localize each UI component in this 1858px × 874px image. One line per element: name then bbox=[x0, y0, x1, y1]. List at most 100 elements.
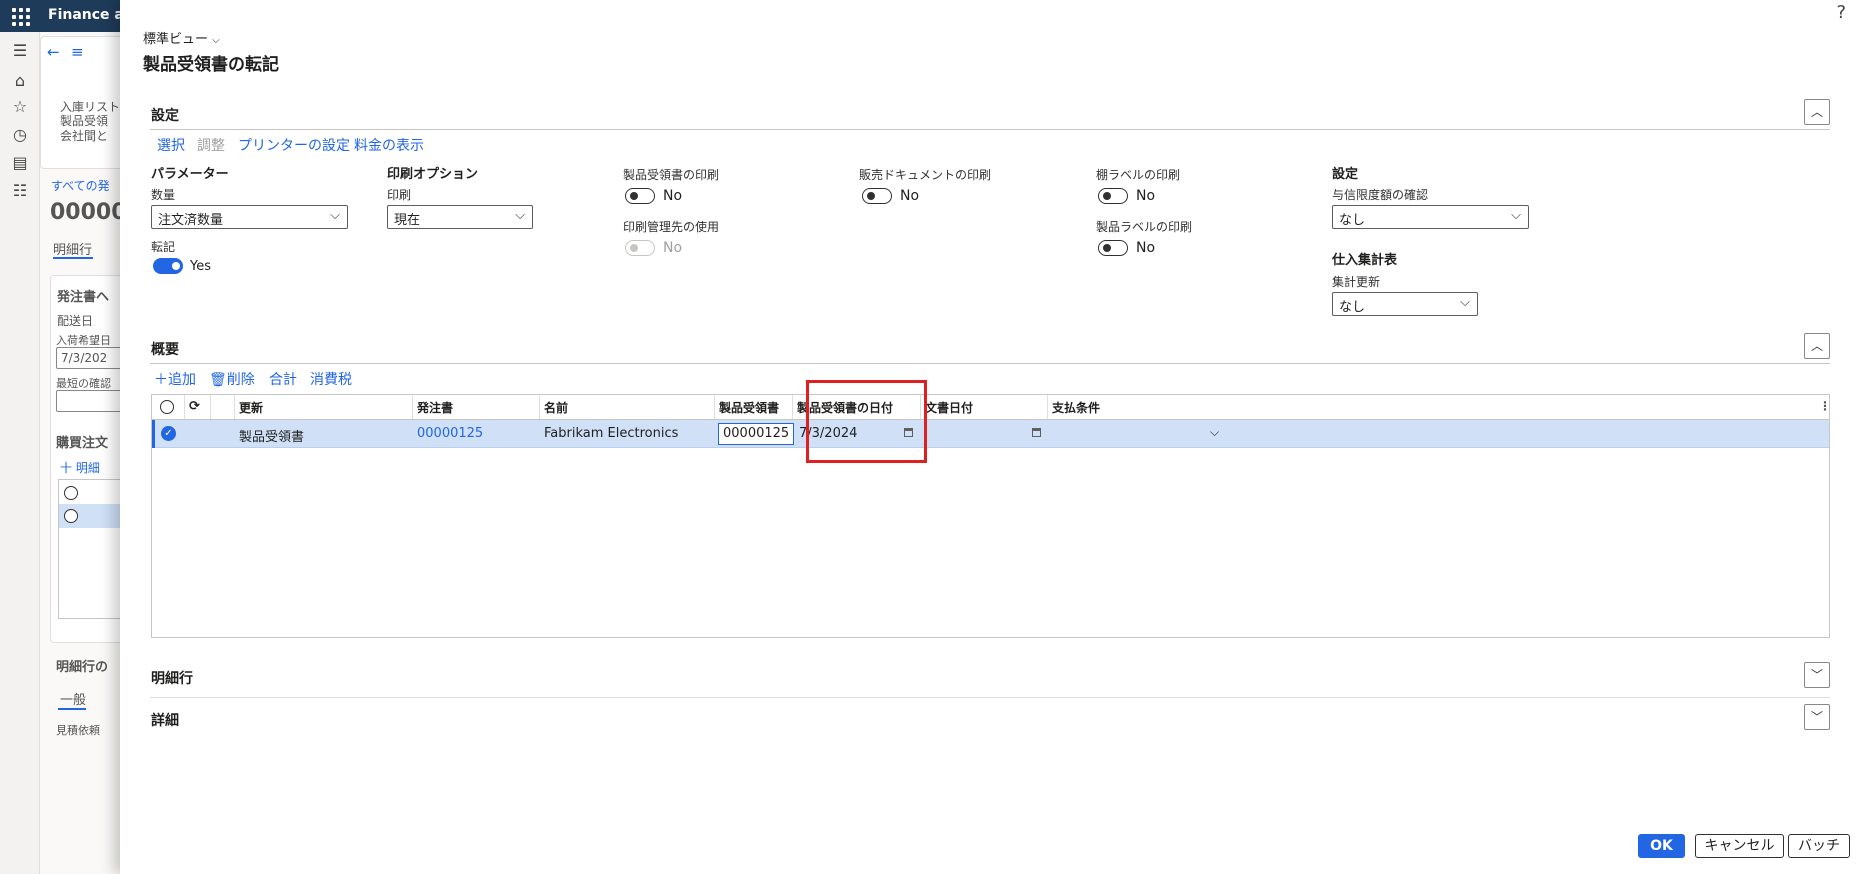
expand-lines-button[interactable]: ﹀ bbox=[1804, 662, 1830, 688]
refresh-header[interactable]: ⟳ bbox=[185, 395, 211, 419]
lines-divider bbox=[150, 697, 1830, 698]
view-selector-label: 標準ビュー bbox=[143, 32, 209, 47]
help-icon[interactable]: ? bbox=[1836, 2, 1846, 23]
bg-grid-row[interactable] bbox=[59, 504, 120, 528]
chevron-down-icon: ﹀ bbox=[1810, 668, 1823, 682]
bg-po-header: 発注書ヘ bbox=[57, 290, 110, 305]
overview-section-title[interactable]: 概要 bbox=[151, 339, 179, 359]
back-arrow-icon[interactable]: ← bbox=[47, 43, 60, 61]
collapse-overview-button[interactable]: ︿ bbox=[1804, 333, 1830, 359]
adjust-action: 調整 bbox=[197, 138, 225, 154]
action-menu-icon[interactable]: ≡ bbox=[71, 43, 84, 61]
table-row[interactable]: ✓ 製品受領書 00000125 Fabrikam Electronics 00… bbox=[152, 420, 1829, 448]
print-shelf-label-value: No bbox=[1136, 188, 1156, 204]
show-charges-action[interactable]: 料金の表示 bbox=[354, 135, 424, 155]
column-header-update[interactable]: 更新 bbox=[235, 395, 413, 419]
settings-divider bbox=[150, 129, 1830, 130]
post-label: 転記 bbox=[151, 240, 176, 254]
summary-update-label: 集計更新 bbox=[1332, 275, 1381, 289]
recent-clock-icon[interactable]: ◷ bbox=[9, 124, 31, 146]
cell-payment-terms[interactable] bbox=[1048, 420, 1228, 448]
column-header-payment-terms[interactable]: 支払条件 bbox=[1048, 395, 1228, 419]
printer-setup-action[interactable]: プリンターの設定 ⌵ bbox=[238, 135, 363, 155]
cell-update[interactable]: 製品受領書 bbox=[235, 420, 413, 448]
more-options-icon[interactable]: ⋮ bbox=[1815, 395, 1831, 419]
overview-divider bbox=[150, 363, 1830, 364]
post-toggle[interactable] bbox=[153, 258, 183, 274]
bg-date-input[interactable]: 7/3/202 bbox=[56, 347, 120, 369]
credit-check-select[interactable]: なし ⌵ bbox=[1332, 205, 1529, 229]
print-sales-doc-toggle[interactable] bbox=[862, 188, 892, 204]
highlight-box bbox=[806, 380, 927, 463]
totals-action[interactable]: 合計 bbox=[269, 369, 297, 389]
plus-icon: ＋ bbox=[154, 372, 168, 388]
bg-select-all[interactable] bbox=[64, 486, 78, 500]
app-launcher-icon[interactable] bbox=[10, 6, 30, 26]
quantity-label: 数量 bbox=[151, 188, 176, 202]
print-receipt-value: No bbox=[663, 188, 683, 204]
all-link[interactable]: すべての発 bbox=[51, 177, 110, 194]
print-shelf-label-label: 棚ラベルの印刷 bbox=[1096, 168, 1181, 182]
column-header-purchase-order[interactable]: 発注書 bbox=[413, 395, 540, 419]
chevron-down-icon: ⌵ bbox=[212, 35, 220, 46]
row-marker-header bbox=[211, 395, 235, 419]
cell-name[interactable]: Fabrikam Electronics bbox=[540, 420, 715, 448]
print-label: 印刷 bbox=[387, 188, 412, 202]
expand-details-button[interactable]: ﹀ bbox=[1804, 704, 1830, 730]
hamburger-menu-icon[interactable]: ☰ bbox=[9, 40, 31, 62]
bg-earliest-input[interactable] bbox=[56, 390, 120, 412]
print-receipt-toggle[interactable] bbox=[625, 188, 655, 204]
bg-po-lines: 購買注文 bbox=[56, 436, 109, 451]
bg-row-radio[interactable] bbox=[64, 509, 78, 523]
bg-grid bbox=[58, 479, 120, 619]
column-header-document-date[interactable]: 文書日付 bbox=[921, 395, 1048, 419]
print-sales-doc-label: 販売ドキュメントの印刷 bbox=[859, 168, 992, 182]
summary-update-select[interactable]: なし ⌵ bbox=[1332, 292, 1478, 316]
sales-tax-action[interactable]: 消費税 bbox=[310, 369, 352, 389]
settings-section-title[interactable]: 設定 bbox=[151, 105, 179, 125]
chevron-down-icon[interactable]: ⌵ bbox=[1210, 425, 1219, 440]
cancel-button[interactable]: キャンセル bbox=[1695, 834, 1784, 858]
ok-button[interactable]: OK bbox=[1638, 834, 1685, 858]
details-section-title[interactable]: 詳細 bbox=[151, 710, 179, 730]
workspaces-icon[interactable]: ▤ bbox=[9, 152, 31, 174]
delete-action[interactable]: 🗑削除 bbox=[209, 369, 255, 389]
cell-purchase-order[interactable]: 00000125 bbox=[413, 420, 540, 448]
calendar-icon[interactable] bbox=[1032, 428, 1041, 437]
tab-lines-bg[interactable]: 明細行 bbox=[53, 239, 92, 258]
credit-check-label: 与信限度額の確認 bbox=[1332, 188, 1429, 202]
background-page: ← ≡ 入庫リスト 製品受領 会社間と すべての発 00000 明細行 発注書ヘ… bbox=[40, 32, 120, 874]
print-receipt-label: 製品受領書の印刷 bbox=[623, 168, 720, 182]
chevron-up-icon: ︿ bbox=[1810, 339, 1823, 353]
print-product-label-toggle[interactable] bbox=[1098, 240, 1128, 256]
lines-section-title[interactable]: 明細行 bbox=[151, 668, 193, 688]
print-select[interactable]: 現在 ⌵ bbox=[387, 205, 533, 229]
cell-document-date[interactable] bbox=[921, 420, 1048, 448]
collapse-settings-button[interactable]: ︿ bbox=[1804, 99, 1830, 125]
product-receipt-input[interactable]: 00000125 bbox=[718, 423, 794, 445]
chevron-down-icon: ⌵ bbox=[515, 208, 525, 223]
modules-list-icon[interactable]: ☷ bbox=[9, 180, 31, 202]
favorites-star-icon[interactable]: ☆ bbox=[9, 96, 31, 118]
add-action[interactable]: ＋追加 bbox=[154, 369, 196, 389]
print-options-title: 印刷オプション bbox=[387, 167, 479, 182]
view-selector[interactable]: 標準ビュー ⌵ bbox=[143, 28, 220, 47]
select-all-radio[interactable] bbox=[160, 400, 174, 414]
quantity-select[interactable]: 注文済数量 ⌵ bbox=[151, 205, 348, 229]
select-action[interactable]: 選択 bbox=[157, 135, 185, 155]
column-header-name[interactable]: 名前 bbox=[540, 395, 715, 419]
home-icon[interactable]: ⌂ bbox=[9, 70, 31, 92]
chevron-up-icon: ︿ bbox=[1810, 105, 1823, 119]
parameters-group-title: パラメーター bbox=[151, 167, 229, 182]
row-selected-check-icon[interactable]: ✓ bbox=[161, 426, 176, 441]
print-shelf-label-toggle[interactable] bbox=[1098, 188, 1128, 204]
bg-general-tab[interactable]: 一般 bbox=[60, 689, 86, 708]
batch-button[interactable]: バッチ bbox=[1788, 834, 1850, 858]
select-all-header[interactable] bbox=[152, 395, 185, 419]
nav-rail: ☰ ⌂ ☆ ◷ ▤ ☷ bbox=[0, 32, 40, 874]
overview-grid: ⟳ 更新 発注書 名前 製品受領書 製品受領書の日付 文書日付 支払条件 ⋮ ✓… bbox=[151, 394, 1831, 638]
trash-icon: 🗑 bbox=[209, 372, 227, 388]
refresh-icon: ⟳ bbox=[189, 399, 200, 414]
bg-add-line[interactable]: 十 明細 bbox=[60, 459, 100, 476]
column-header-product-receipt[interactable]: 製品受領書 bbox=[715, 395, 793, 419]
